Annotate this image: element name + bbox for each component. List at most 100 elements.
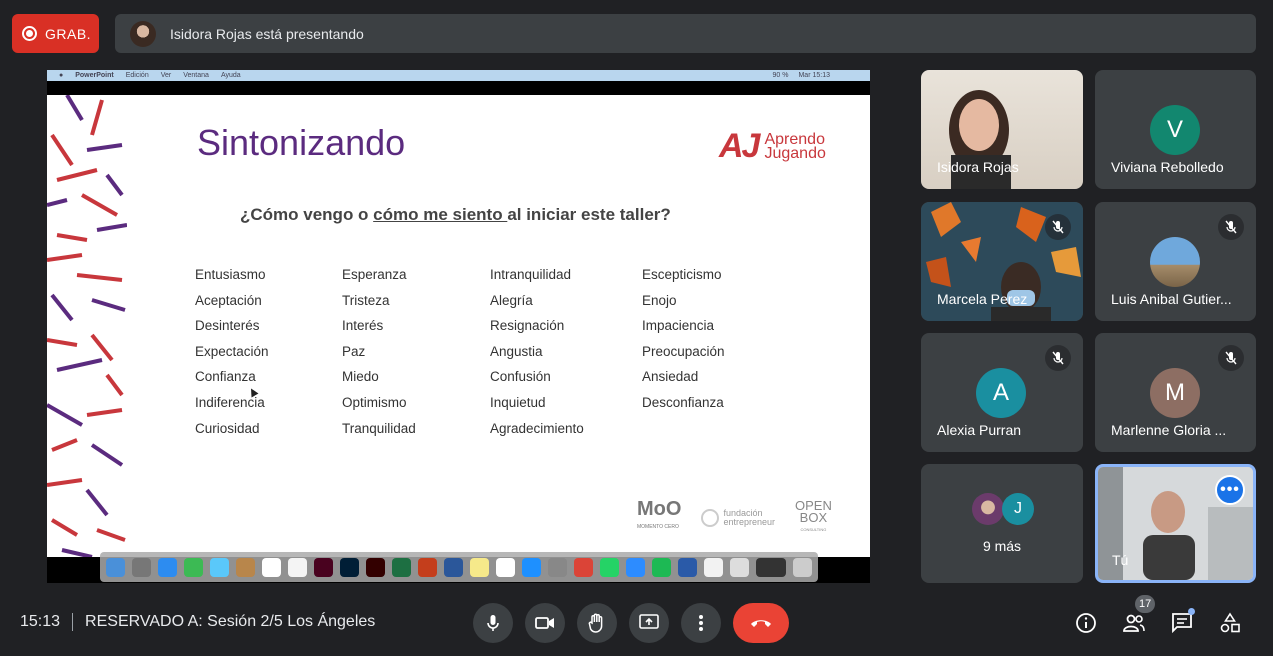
presenter-avatar xyxy=(130,20,156,47)
logo-mark: AJ xyxy=(719,127,760,165)
shared-screen: ● PowerPoint Edición Ver Ventana Ayuda 9… xyxy=(47,70,870,583)
facetime-icon xyxy=(184,557,203,577)
menubar-item: Ver xyxy=(160,72,172,79)
emotion-word: Preocupación xyxy=(642,343,725,359)
participant-name: Viviana Rebolledo xyxy=(1111,159,1224,175)
aprendo-jugando-logo: AJ Aprendo Jugando xyxy=(719,127,826,165)
people-icon xyxy=(1123,614,1145,632)
emotion-word: Ansiedad xyxy=(642,369,699,385)
flipboard-icon xyxy=(496,557,515,577)
mic-off-icon xyxy=(1045,345,1071,371)
microphone-icon xyxy=(487,615,499,631)
momento-cero-logo: MoO MOMENTO CERO xyxy=(637,498,682,530)
participant-tile-marlenne-gloria[interactable]: M Marlenne Gloria ... xyxy=(1095,333,1256,452)
raise-hand-icon xyxy=(588,613,603,633)
mic-off-icon xyxy=(1218,345,1244,371)
slide-question: ¿Cómo vengo o cómo me siento al iniciar … xyxy=(240,205,671,224)
system-preferences-icon xyxy=(548,557,567,577)
spotify-icon xyxy=(652,557,671,577)
fundacion-entrepreneur-logo: fundación entrepreneur xyxy=(701,509,775,527)
emotion-word: Inquietud xyxy=(490,394,546,410)
participant-name: Tú xyxy=(1112,552,1129,568)
raise-hand-button[interactable] xyxy=(577,603,617,643)
emotion-word: Intranquilidad xyxy=(490,267,572,282)
menubar-item: Ayuda xyxy=(220,72,241,79)
participant-tile-more[interactable]: J 9 más xyxy=(921,464,1083,583)
document-icon xyxy=(730,557,749,577)
safari-icon xyxy=(158,557,177,577)
emotion-word: Aceptación xyxy=(195,292,262,308)
mac-dock xyxy=(100,552,818,582)
emotion-word: Tristeza xyxy=(342,292,390,308)
end-call-button[interactable] xyxy=(733,603,789,643)
more-options-button[interactable]: ••• xyxy=(1215,475,1245,505)
participant-name: Marcela Perez xyxy=(937,291,1028,307)
emotion-word: Paz xyxy=(342,343,366,359)
sponsor-logos: MoO MOMENTO CERO fundación entrepreneur O… xyxy=(637,498,832,536)
participant-tile-isidora-rojas[interactable]: Isidora Rojas xyxy=(921,70,1083,189)
apple-icon: ● xyxy=(59,72,64,79)
menubar-battery: 90 % xyxy=(772,72,789,79)
emotion-word: Resignación xyxy=(490,318,565,334)
present-screen-button[interactable] xyxy=(629,603,669,643)
emotion-column: Intranquilidad Alegría Resignación Angus… xyxy=(490,267,584,436)
emotion-word: Desinterés xyxy=(195,318,260,334)
participant-tile-viviana-rebolledo[interactable]: V Viviana Rebolledo xyxy=(1095,70,1256,189)
emotion-word: Impaciencia xyxy=(642,318,715,334)
meeting-info-button[interactable] xyxy=(1071,608,1101,638)
more-options-menu-button[interactable] xyxy=(681,603,721,643)
hang-up-icon xyxy=(751,620,771,627)
emotion-word: Expectación xyxy=(195,343,269,359)
emotion-word: Desconfianza xyxy=(642,394,724,410)
emotion-column: Entusiasmo Aceptación Desinterés Expecta… xyxy=(195,267,269,436)
emotion-word: Optimismo xyxy=(342,394,407,410)
presenter-text: Isidora Rojas está presentando xyxy=(170,25,364,42)
participant-tile-self[interactable]: ••• Tú xyxy=(1095,464,1256,583)
microphone-button[interactable] xyxy=(473,603,513,643)
avatar xyxy=(972,493,1004,525)
calendar-icon xyxy=(262,557,281,577)
meeting-title: RESERVADO A: Sesión 2/5 Los Ángeles xyxy=(85,613,376,630)
launchpad-icon xyxy=(132,557,151,577)
recording-badge[interactable]: GRAB. xyxy=(12,14,99,53)
emotion-word: Angustia xyxy=(490,343,543,359)
powerpoint-icon xyxy=(418,557,437,577)
menubar-app: PowerPoint xyxy=(75,72,114,79)
openbox-logo: OPEN BOX CONSULTING xyxy=(794,498,832,532)
photos-icon xyxy=(704,557,723,577)
screenshot-icon xyxy=(756,557,786,577)
camera-icon xyxy=(535,617,554,629)
camera-button[interactable] xyxy=(525,603,565,643)
more-vert-icon xyxy=(699,615,703,631)
stickies-icon xyxy=(470,557,489,577)
activities-button[interactable] xyxy=(1215,608,1245,638)
app-icon xyxy=(678,557,697,577)
present-screen-icon xyxy=(639,614,659,629)
participant-tile-marcela-perez[interactable]: Marcela Perez xyxy=(921,202,1083,321)
emotion-column: Escepticismo Enojo Impaciencia Preocupac… xyxy=(642,267,725,410)
emotion-word: Miedo xyxy=(342,369,379,385)
emotion-word: Indiferencia xyxy=(195,394,265,410)
mic-off-icon xyxy=(1045,214,1071,240)
mac-menubar: ● PowerPoint Edición Ver Ventana Ayuda 9… xyxy=(47,70,870,81)
emotion-word: Alegría xyxy=(490,292,533,308)
separator xyxy=(72,613,74,631)
zoom-icon xyxy=(626,557,645,577)
excel-icon xyxy=(392,557,411,577)
menubar-item: Edición xyxy=(125,72,149,79)
meeting-details: 15:13 RESERVADO A: Sesión 2/5 Los Ángele… xyxy=(20,613,375,631)
app-store-icon xyxy=(522,557,541,577)
presenter-banner: Isidora Rojas está presentando xyxy=(115,14,1256,53)
avatar: M xyxy=(1150,368,1200,418)
participant-name: Marlenne Gloria ... xyxy=(1111,422,1227,438)
chat-button[interactable] xyxy=(1167,608,1197,638)
participant-tile-alexia-purran[interactable]: A Alexia Purran xyxy=(921,333,1083,452)
emotion-word: Enojo xyxy=(642,292,677,308)
participant-tile-luis-anibal[interactable]: Luis Anibal Gutier... xyxy=(1095,202,1256,321)
emotion-word: Agradecimiento xyxy=(490,420,584,436)
info-icon xyxy=(1076,613,1096,633)
notification-dot xyxy=(1188,608,1195,615)
emotion-word: Entusiasmo xyxy=(195,267,266,282)
people-button[interactable] xyxy=(1119,608,1149,638)
activities-icon xyxy=(1220,612,1240,633)
